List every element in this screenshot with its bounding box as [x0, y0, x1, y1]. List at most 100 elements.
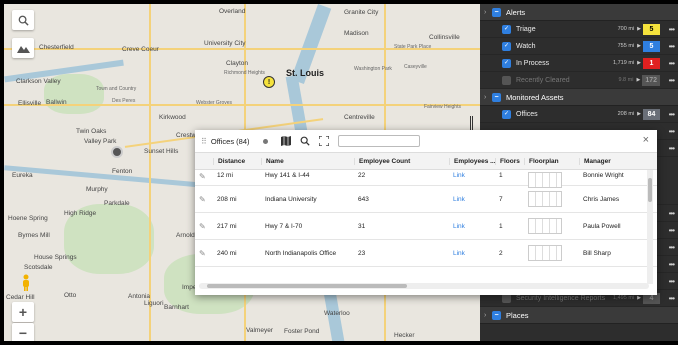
- column-header[interactable]: Employees ...: [449, 157, 495, 165]
- direction-icon: ▶: [637, 111, 641, 117]
- edit-icon[interactable]: ✎: [195, 222, 213, 231]
- layer-checkbox[interactable]: [502, 24, 511, 34]
- employees-link[interactable]: Link: [449, 223, 495, 230]
- map-label: Clarkson Valley: [16, 78, 61, 85]
- cell-employee-count: 22: [358, 172, 366, 179]
- assets-toggle-checkbox[interactable]: [492, 92, 501, 102]
- cell-floorplan[interactable]: [524, 218, 579, 234]
- layer-name: In Process: [516, 59, 550, 67]
- places-toggle-checkbox[interactable]: [492, 310, 501, 320]
- cell-floorplan[interactable]: [524, 191, 579, 207]
- map-label: Murphy: [86, 186, 108, 193]
- map-label: Twin Oaks: [76, 128, 107, 135]
- vertical-scrollbar[interactable]: [647, 170, 653, 284]
- drag-handle-icon[interactable]: ⠿: [201, 137, 207, 146]
- column-header[interactable]: Employee Count: [354, 157, 449, 165]
- layer-row[interactable]: In Process 1,719 mi▶1 •••: [480, 55, 678, 72]
- map-icon[interactable]: [281, 136, 292, 146]
- cell-manager: Bill Sharp: [583, 249, 611, 257]
- layer-count-badge: 5: [643, 23, 660, 35]
- layer-row[interactable]: Watch 755 mi▶5 •••: [480, 38, 678, 55]
- table-search-input[interactable]: [338, 135, 421, 147]
- cell-employee-count: 31: [358, 222, 366, 230]
- layer-name: Triage: [516, 25, 536, 33]
- cell-floorplan[interactable]: [524, 172, 579, 188]
- edit-icon[interactable]: ✎: [195, 172, 213, 181]
- table-row[interactable]: ✎ 208 mi Indiana University 643 Link 7 Chris J…: [195, 186, 657, 213]
- office-pin[interactable]: [111, 146, 123, 158]
- panel-resize-handle[interactable]: [470, 116, 473, 130]
- map-label: Otto: [64, 292, 77, 299]
- map-label: Hecker: [394, 332, 415, 339]
- floorplan-thumbnail[interactable]: [528, 218, 562, 234]
- expand-icon[interactable]: [319, 136, 330, 146]
- more-options-icon[interactable]: •••: [664, 243, 675, 252]
- table-row[interactable]: ✎ 12 mi Hwy 141 & I-44 22 Link 1 Bonnie Wright: [195, 170, 657, 188]
- layer-checkbox[interactable]: [502, 58, 511, 68]
- floorplan-thumbnail[interactable]: [528, 191, 562, 207]
- zoom-in-button[interactable]: +: [12, 302, 34, 322]
- cell-floorplan[interactable]: [524, 245, 579, 261]
- layer-row[interactable]: Offices 208 mi▶84 •••: [480, 106, 678, 123]
- table-row[interactable]: ✎ 240 mi North Indianapolis Office 23 Link 2 B…: [195, 240, 657, 267]
- cell-distance: 12 mi: [217, 172, 233, 179]
- more-options-icon[interactable]: •••: [664, 110, 675, 119]
- more-options-icon[interactable]: •••: [664, 226, 675, 235]
- employees-link[interactable]: Link: [449, 196, 495, 203]
- more-options-icon[interactable]: •••: [664, 76, 675, 85]
- more-options-icon[interactable]: •••: [664, 260, 675, 269]
- map-label: Cedar Hill: [6, 294, 35, 301]
- close-icon[interactable]: ×: [643, 134, 649, 146]
- map-label: Antonia: [128, 293, 151, 300]
- terrain-button[interactable]: [12, 38, 34, 58]
- layer-checkbox[interactable]: [502, 75, 511, 85]
- cell-floors: 1: [499, 172, 503, 179]
- layer-checkbox[interactable]: [502, 109, 511, 119]
- places-section-header[interactable]: › Places: [480, 307, 678, 324]
- column-header[interactable]: Floorplan: [524, 157, 579, 165]
- edit-icon[interactable]: ✎: [195, 249, 213, 258]
- map-label: House Springs: [34, 254, 77, 261]
- map-label: Arnold: [176, 232, 195, 239]
- more-options-icon[interactable]: •••: [664, 294, 675, 303]
- column-header[interactable]: Distance: [213, 157, 261, 165]
- city-label: St. Louis: [286, 68, 324, 78]
- search-button[interactable]: [12, 10, 34, 30]
- layer-name: Watch: [516, 42, 536, 50]
- more-options-icon[interactable]: •••: [664, 209, 675, 218]
- zoom-out-button[interactable]: −: [12, 323, 34, 341]
- more-options-icon[interactable]: •••: [664, 144, 675, 153]
- horizontal-scrollbar[interactable]: [199, 283, 649, 289]
- employees-link[interactable]: Link: [449, 250, 495, 257]
- layer-row[interactable]: Triage 700 mi▶5 •••: [480, 21, 678, 38]
- more-options-icon[interactable]: •••: [664, 25, 675, 34]
- layer-row[interactable]: Recently Cleared 9.8 mi ▶ 172 •••: [480, 72, 678, 89]
- map-label: Centreville: [344, 114, 375, 121]
- alerts-toggle-checkbox[interactable]: [492, 7, 501, 17]
- layer-checkbox[interactable]: [502, 41, 511, 51]
- more-options-icon[interactable]: •••: [664, 59, 675, 68]
- table-row[interactable]: ✎ 217 mi Hwy 7 & I-70 31 Link 1 Paula Powell: [195, 213, 657, 240]
- assets-section-header[interactable]: › Monitored Assets: [480, 89, 678, 106]
- pegman-icon: [23, 274, 29, 291]
- more-options-icon[interactable]: •••: [664, 42, 675, 51]
- alerts-section-header[interactable]: › Alerts: [480, 4, 678, 21]
- more-options-icon[interactable]: •••: [664, 127, 675, 136]
- map-label: Ballwin: [46, 99, 67, 106]
- street-view-pegman[interactable]: [21, 274, 31, 292]
- section-title: Monitored Assets: [506, 92, 564, 102]
- floorplan-thumbnail[interactable]: [528, 245, 562, 261]
- column-header[interactable]: Floors: [495, 157, 524, 165]
- direction-icon: ▶: [637, 60, 641, 66]
- alert-pin[interactable]: !: [263, 76, 275, 88]
- more-options-icon[interactable]: •••: [664, 277, 675, 286]
- employees-link[interactable]: Link: [449, 172, 495, 179]
- column-header[interactable]: Manager: [579, 157, 648, 165]
- edit-icon[interactable]: ✎: [195, 195, 213, 204]
- layer-distance: 1,495 mi: [613, 295, 635, 301]
- highway: [149, 4, 151, 341]
- zoom-to-icon[interactable]: [300, 136, 311, 146]
- cell-distance: 208 mi: [217, 195, 237, 203]
- floorplan-thumbnail[interactable]: [528, 172, 562, 188]
- column-header[interactable]: Name: [261, 157, 354, 165]
